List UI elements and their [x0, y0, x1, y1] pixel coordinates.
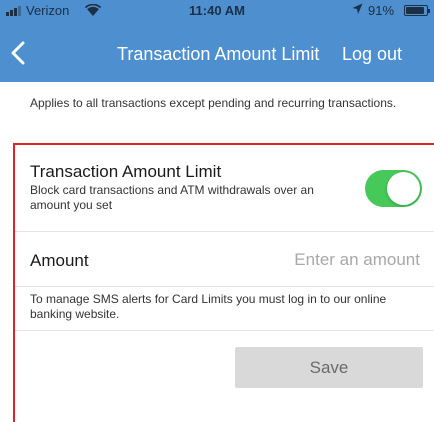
chevron-left-icon[interactable] [7, 41, 31, 65]
amount-input[interactable] [240, 246, 420, 274]
divider [15, 231, 434, 232]
battery-percent: 91% [368, 3, 395, 18]
limit-toggle[interactable] [365, 170, 422, 207]
amount-label: Amount [30, 251, 89, 270]
logout-button[interactable]: Log out [342, 44, 402, 65]
divider [15, 286, 434, 287]
limit-description: Block card transactions and ATM withdraw… [30, 183, 314, 212]
divider [15, 330, 434, 331]
toggle-knob [387, 172, 420, 205]
page-title: Transaction Amount Limit [117, 44, 320, 64]
save-button[interactable]: Save [235, 347, 423, 388]
status-bar: Verizon 11:40 AM 91% [0, 0, 434, 22]
battery-icon [404, 5, 430, 16]
limit-title: Transaction Amount Limit [30, 162, 222, 181]
sms-note: To manage SMS alerts for Card Limits you… [30, 292, 387, 321]
nav-header: Verizon 11:40 AM 91% Transaction Amount … [0, 0, 434, 82]
location-icon [352, 3, 363, 14]
intro-text: Applies to all transactions except pendi… [30, 96, 397, 110]
